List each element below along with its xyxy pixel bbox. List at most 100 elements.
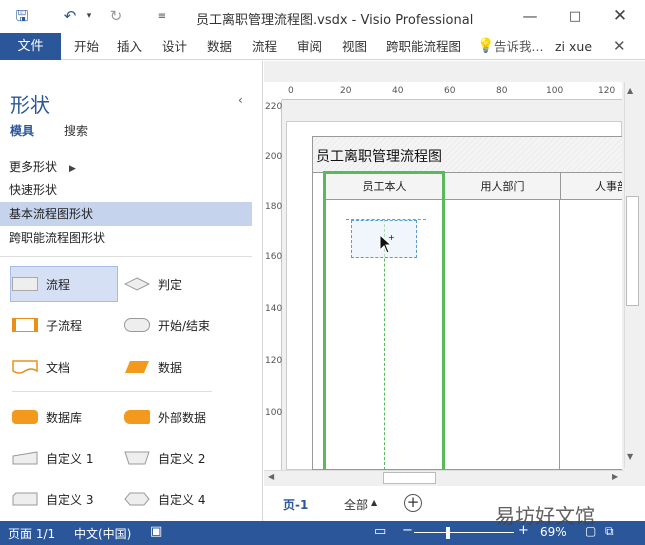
undo-dropdown-icon[interactable]: ▾ [84,0,94,33]
shape-custom-1[interactable]: 自定义 1 [12,446,93,470]
tab-design[interactable]: 设计 [162,33,187,60]
title-bar: 🖫 ↶ ▾ ↻ ≡ 员工离职管理流程图.vsdx - Visio Profess… [0,0,645,33]
tell-me-box[interactable]: 告诉我... [494,33,543,60]
horizontal-scroll-thumb[interactable] [383,472,436,484]
shape-data[interactable]: 数据 [124,355,182,379]
shape-decision[interactable]: 判定 [124,272,182,296]
shape-process[interactable]: 流程 [12,272,70,296]
ruler-label: 80 [496,86,508,96]
minimize-icon[interactable]: — [520,0,540,33]
ruler-label: 120 [598,86,616,96]
shape-custom-4[interactable]: 自定义 4 [124,487,205,511]
all-pages-button[interactable]: 全部 [344,496,368,513]
tab-data[interactable]: 数据 [207,33,232,60]
lane-header-3[interactable]: 人事部 [560,173,622,200]
scroll-up-icon[interactable]: ▲ [627,86,633,95]
ruler-corner [264,82,282,100]
tab-cross-functional[interactable]: 跨职能流程图 [386,33,461,60]
tab-review[interactable]: 审阅 [297,33,322,60]
shape-custom-3[interactable]: 自定义 3 [12,487,93,511]
tab-view[interactable]: 视图 [342,33,367,60]
shape-label: 文档 [46,360,71,375]
shape-custom-2[interactable]: 自定义 2 [124,446,205,470]
scroll-down-icon[interactable]: ▼ [627,452,633,461]
close-icon[interactable]: ✕ [610,0,630,33]
basic-flowchart-shapes[interactable]: 基本流程图形状 [0,202,252,226]
caret-up-icon: ▲ [371,498,378,507]
tab-search[interactable]: 搜索 [64,122,88,139]
terminator-icon [124,318,150,332]
shape-label: 开始/结束 [158,318,211,333]
shape-label: 外部数据 [158,410,207,425]
zoom-out-icon[interactable]: − [402,523,413,538]
custom4-icon [124,492,150,506]
status-language[interactable]: 中文(中国) [74,525,131,542]
more-shapes[interactable]: 更多形状 ▶ [0,155,252,179]
presentation-mode-icon[interactable]: ▭ [374,524,386,539]
shape-label: 自定义 3 [46,492,94,507]
switch-windows-icon[interactable]: ⧉ [605,524,614,539]
page-tab-1[interactable]: 页-1 [283,496,308,513]
save-icon[interactable]: 🖫 [12,0,32,33]
macro-icon[interactable]: ▣ [150,524,162,539]
tab-file[interactable]: 文件 [0,33,61,60]
scroll-right-icon[interactable]: ▶ [612,472,618,481]
decision-icon [124,277,150,291]
svg-text:+: + [388,234,395,242]
close-ribbon-icon[interactable]: ✕ [613,33,626,60]
custom3-icon [12,492,38,506]
horizontal-scrollbar[interactable] [264,470,624,486]
divider [0,256,252,257]
ruler-label: 140 [265,304,283,314]
maximize-icon[interactable]: □ [565,0,585,33]
horizontal-ruler: 0 20 40 60 80 100 120 [282,82,622,100]
tab-insert[interactable]: 插入 [117,33,142,60]
lane-header-2[interactable]: 用人部门 [444,173,560,200]
customize-qat-icon[interactable]: ≡ [155,0,169,33]
shape-label: 自定义 1 [46,451,94,466]
cross-functional-shapes[interactable]: 跨职能流程图形状 [0,226,252,250]
subprocess-icon [12,318,38,332]
ruler-label: 60 [444,86,456,96]
vertical-scroll-thumb[interactable] [626,196,639,306]
external-data-icon [124,410,150,424]
collapse-pane-icon[interactable]: ‹ [238,93,243,107]
chevron-right-icon: ▶ [69,164,76,174]
add-page-icon[interactable]: + [404,494,422,512]
custom2-icon [124,451,150,465]
ruler-label: 0 [288,86,294,96]
cursor-arrow-icon: + [379,234,395,254]
ruler-label: 20 [340,86,352,96]
more-shapes-label: 更多形状 [9,160,58,174]
tab-stencils[interactable]: 模具 [10,122,34,139]
zoom-slider-track[interactable] [414,532,514,533]
redo-icon[interactable]: ↻ [106,0,126,33]
tab-home[interactable]: 开始 [74,33,99,60]
ruler-label: 220 [265,102,283,112]
shape-subprocess[interactable]: 子流程 [12,313,82,337]
tab-process[interactable]: 流程 [252,33,277,60]
shape-document[interactable]: 文档 [12,355,70,379]
status-page[interactable]: 页面 1/1 [8,525,55,542]
window-title: 员工离职管理流程图.vsdx - Visio Professional [196,13,474,28]
quick-shapes[interactable]: 快速形状 [0,178,252,202]
shape-label: 数据库 [46,410,83,425]
custom1-icon [12,451,38,465]
shape-start-end[interactable]: 开始/结束 [124,313,210,337]
shape-label: 子流程 [46,318,83,333]
shape-label: 判定 [158,277,183,292]
divider [12,391,212,392]
scroll-left-icon[interactable]: ◀ [268,472,274,481]
zoom-slider-thumb[interactable] [446,527,450,539]
lane-2[interactable] [444,173,560,470]
user-name[interactable]: zi xue [555,33,592,60]
ruler-label: 200 [265,152,283,162]
shape-database[interactable]: 数据库 [12,405,82,429]
ruler-label: 100 [265,408,283,418]
ruler-label: 180 [265,202,283,212]
database-icon [12,410,38,424]
shape-external-data[interactable]: 外部数据 [124,405,206,429]
diagram-title: 员工离职管理流程图 [316,149,442,165]
undo-icon[interactable]: ↶ [60,0,80,33]
ruler-label: 40 [392,86,404,96]
